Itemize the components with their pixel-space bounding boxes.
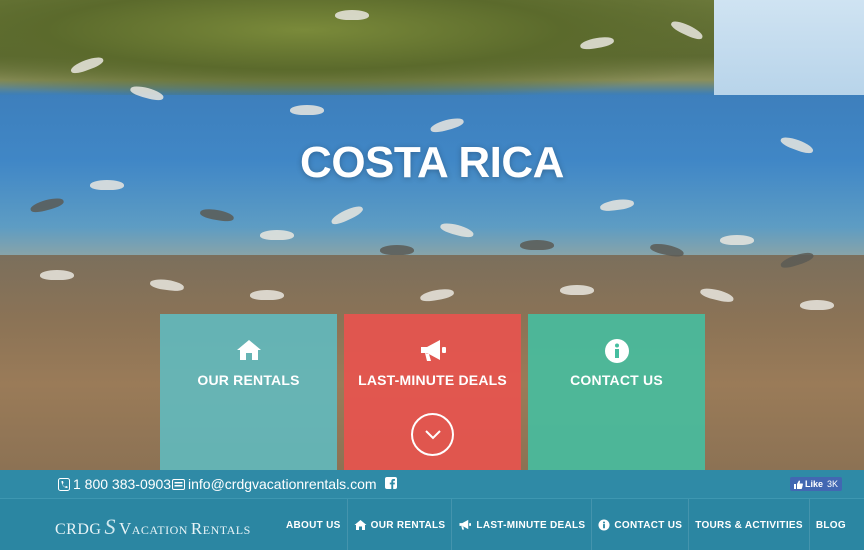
contact-bar: 1 800 383-0903 info@crdgvacationrentals.… bbox=[0, 470, 864, 498]
email-address: info@crdgvacationrentals.com bbox=[188, 476, 377, 492]
chevron-down-icon bbox=[424, 429, 441, 439]
nav-item-last-minute-deals[interactable]: LAST-MINUTE DEALS bbox=[451, 499, 591, 550]
logo-text-acation: ACATION bbox=[131, 523, 188, 537]
bird-image bbox=[250, 290, 284, 300]
our-rentals-label: OUR RENTALS bbox=[197, 372, 300, 388]
logo-text-v: V bbox=[118, 519, 132, 538]
scroll-down-button[interactable] bbox=[411, 413, 454, 456]
bird-image bbox=[290, 105, 324, 115]
envelope-icon bbox=[172, 478, 185, 490]
contact-us-tile[interactable]: CONTACT US bbox=[528, 314, 705, 470]
logo-text-r: R bbox=[190, 519, 203, 538]
nav-item-label: ABOUT US bbox=[286, 519, 341, 531]
nav-item-blog[interactable]: BLOG bbox=[808, 499, 852, 550]
our-rentals-tile[interactable]: OUR RENTALS bbox=[160, 314, 337, 470]
nav-item-about-us[interactable]: ABOUT US bbox=[280, 499, 347, 550]
bird-image bbox=[560, 285, 594, 295]
nav-item-label: TOURS & ACTIVITIES bbox=[695, 519, 803, 531]
bird-image bbox=[260, 230, 294, 240]
nav-item-tours-activities[interactable]: TOURS & ACTIVITIES bbox=[688, 499, 809, 550]
nav-item-label: CONTACT US bbox=[614, 519, 683, 531]
contact-us-label: CONTACT US bbox=[570, 372, 663, 388]
hillside bbox=[0, 0, 760, 100]
nav-item-label: LAST-MINUTE DEALS bbox=[476, 519, 586, 531]
megaphone-icon bbox=[344, 338, 521, 366]
megaphone-icon bbox=[459, 519, 472, 530]
phone-number: 1 800 383-0903 bbox=[73, 476, 172, 492]
logo-mark: S bbox=[104, 514, 116, 539]
hero-title: COSTA RICA bbox=[300, 138, 564, 187]
nav-item-label: BLOG bbox=[815, 519, 846, 531]
home-icon bbox=[160, 338, 337, 366]
facebook-link[interactable] bbox=[385, 477, 397, 489]
bird-image bbox=[720, 235, 754, 245]
bird-image bbox=[380, 245, 414, 255]
site-logo[interactable]: CRDG S V ACATION R ENTALS bbox=[55, 514, 251, 540]
bird-image bbox=[335, 10, 369, 20]
facebook-icon bbox=[385, 477, 397, 489]
info-icon bbox=[598, 519, 610, 531]
info-icon bbox=[528, 338, 705, 366]
thumbs-up-icon bbox=[793, 480, 803, 489]
home-icon bbox=[354, 520, 367, 530]
nav-menu: ABOUT US OUR RENTALS LAST-MINUTE DEALS C… bbox=[280, 499, 852, 550]
bird-image bbox=[520, 240, 554, 250]
facebook-like-button[interactable]: Like 3K bbox=[789, 477, 842, 491]
last-minute-deals-label: LAST-MINUTE DEALS bbox=[358, 372, 507, 388]
nav-item-contact-us[interactable]: CONTACT US bbox=[591, 499, 688, 550]
phone-icon bbox=[58, 477, 70, 491]
nav-item-our-rentals[interactable]: OUR RENTALS bbox=[346, 499, 452, 550]
like-count: 3K bbox=[826, 479, 838, 489]
nav-item-label: OUR RENTALS bbox=[370, 519, 446, 531]
like-label: Like bbox=[804, 479, 823, 489]
main-navbar: CRDG S V ACATION R ENTALS ABOUT US OUR REN… bbox=[0, 498, 864, 550]
last-minute-deals-tile[interactable]: LAST-MINUTE DEALS bbox=[344, 314, 521, 470]
logo-text-crdg: CRDG bbox=[55, 521, 102, 538]
sky bbox=[714, 0, 864, 95]
email-link[interactable]: info@crdgvacationrentals.com bbox=[172, 476, 377, 492]
bird-image bbox=[40, 270, 74, 280]
phone-link[interactable]: 1 800 383-0903 bbox=[58, 476, 171, 492]
bird-image bbox=[800, 300, 834, 310]
logo-text-entals: ENTALS bbox=[202, 523, 251, 537]
